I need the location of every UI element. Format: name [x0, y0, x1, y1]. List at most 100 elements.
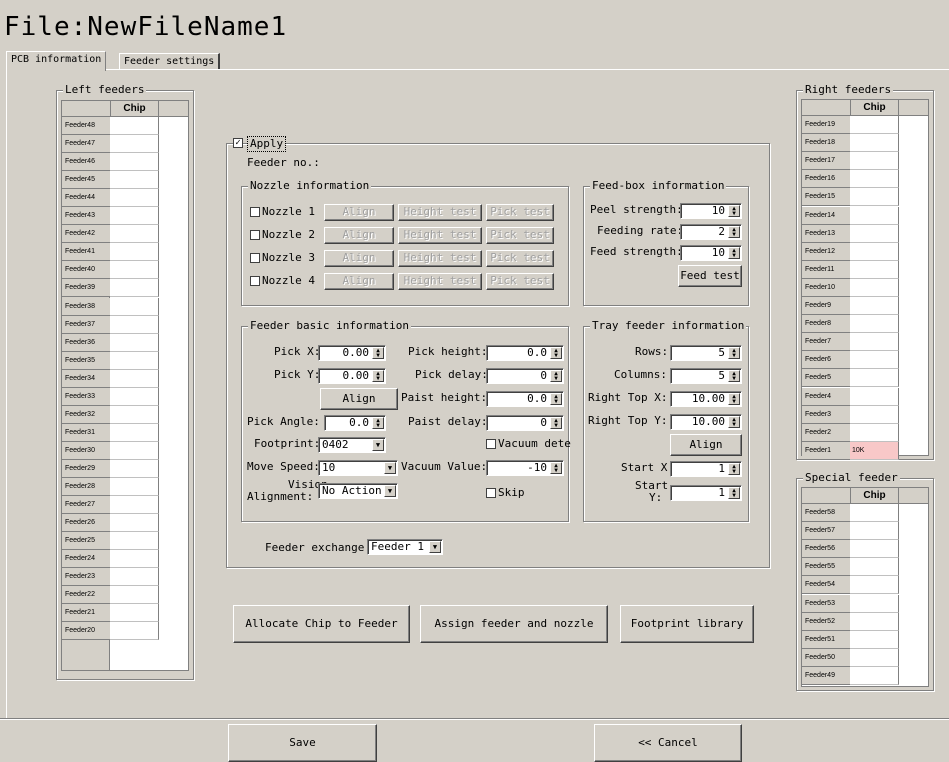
- spin-arrows-icon[interactable]: ▲ ▼: [728, 487, 740, 499]
- chip-spec-cell[interactable]: [850, 666, 899, 685]
- table-row[interactable]: Feeder56: [802, 540, 900, 559]
- dropdown-arrow-icon[interactable]: ▼: [384, 485, 396, 497]
- table-row[interactable]: Feeder15: [802, 188, 900, 207]
- chip-spec-cell[interactable]: [850, 134, 899, 153]
- chip-spec-cell[interactable]: [850, 594, 899, 613]
- nozzle-2-checkbox[interactable]: [250, 230, 260, 240]
- vacuum-value-spinner[interactable]: -10 ▲ ▼: [486, 460, 564, 476]
- table-row[interactable]: Feeder38: [62, 297, 160, 316]
- chip-spec-cell[interactable]: [110, 171, 159, 190]
- table-row[interactable]: Feeder34: [62, 369, 160, 388]
- table-row[interactable]: Feeder44: [62, 189, 160, 208]
- chip-spec-cell[interactable]: [850, 540, 899, 559]
- spin-arrows-icon[interactable]: ▲ ▼: [550, 347, 562, 359]
- table-row[interactable]: Feeder47: [62, 135, 160, 154]
- feeding-rate-spinner[interactable]: 2 ▲ ▼: [680, 224, 742, 240]
- table-row[interactable]: Feeder58: [802, 504, 900, 523]
- footprint-library-button[interactable]: Footprint library: [620, 605, 754, 643]
- chip-spec-cell[interactable]: [850, 170, 899, 189]
- save-button[interactable]: Save: [228, 724, 377, 762]
- chip-spec-cell[interactable]: [110, 423, 159, 442]
- chip-spec-cell[interactable]: [110, 369, 159, 388]
- peel-strength-spinner[interactable]: 10 ▲ ▼: [680, 203, 742, 219]
- table-row[interactable]: Feeder14: [802, 206, 900, 225]
- spin-arrows-icon[interactable]: ▲ ▼: [728, 247, 740, 259]
- table-row[interactable]: Feeder41: [62, 243, 160, 262]
- nozzle-4-align-button[interactable]: Align: [324, 273, 394, 290]
- chip-spec-cell[interactable]: [110, 441, 159, 460]
- pick-y-spinner[interactable]: 0.00 ▲ ▼: [318, 368, 386, 384]
- table-row[interactable]: Feeder25: [62, 532, 160, 551]
- chip-spec-cell[interactable]: [110, 225, 159, 244]
- pick-x-spinner[interactable]: 0.00 ▲ ▼: [318, 345, 386, 361]
- chip-spec-cell[interactable]: [110, 261, 159, 280]
- chip-spec-cell[interactable]: [110, 207, 159, 226]
- table-row[interactable]: Feeder35: [62, 351, 160, 370]
- paist-height-spinner[interactable]: 0.0 ▲ ▼: [486, 391, 564, 407]
- footprint-select[interactable]: 0402 ▼: [318, 437, 386, 453]
- spin-arrows-icon[interactable]: ▲ ▼: [728, 370, 740, 382]
- chip-spec-cell[interactable]: [110, 405, 159, 424]
- skip-checkbox[interactable]: [486, 488, 496, 498]
- table-row[interactable]: Feeder11: [802, 260, 900, 279]
- chip-spec-cell[interactable]: [110, 550, 159, 569]
- chip-spec-cell[interactable]: [110, 243, 159, 262]
- pick-angle-spinner[interactable]: 0.0 ▲ ▼: [324, 415, 386, 431]
- chip-spec-cell[interactable]: [850, 558, 899, 577]
- table-row[interactable]: Feeder5: [802, 369, 900, 388]
- chip-spec-cell[interactable]: [850, 315, 899, 334]
- table-row[interactable]: Feeder32: [62, 405, 160, 424]
- assign-feeder-nozzle-button[interactable]: Assign feeder and nozzle: [420, 605, 608, 643]
- chip-spec-cell[interactable]: [110, 514, 159, 533]
- start-x-spinner[interactable]: 1 ▲ ▼: [670, 461, 742, 477]
- table-row[interactable]: Feeder17: [802, 152, 900, 171]
- chip-spec-cell[interactable]: [850, 576, 899, 595]
- table-row[interactable]: Feeder51: [802, 630, 900, 649]
- table-row[interactable]: Feeder53: [802, 594, 900, 613]
- table-row[interactable]: Feeder54: [802, 576, 900, 595]
- chip-spec-cell[interactable]: [850, 333, 899, 352]
- spin-arrows-icon[interactable]: ▲ ▼: [550, 462, 562, 474]
- table-row[interactable]: Feeder36: [62, 333, 160, 352]
- table-row[interactable]: Feeder6: [802, 351, 900, 370]
- chip-spec-cell[interactable]: [110, 496, 159, 515]
- nozzle-1-pick-test-button[interactable]: Pick test: [486, 204, 554, 221]
- tab-pcb-information[interactable]: PCB information: [6, 51, 107, 71]
- apply-label[interactable]: Apply: [247, 136, 287, 152]
- table-row[interactable]: Feeder7: [802, 333, 900, 352]
- spin-arrows-icon[interactable]: ▲ ▼: [550, 393, 562, 405]
- chip-spec-cell[interactable]: [110, 135, 159, 154]
- start-y-spinner[interactable]: 1 ▲ ▼: [670, 485, 742, 501]
- table-row[interactable]: Feeder46: [62, 153, 160, 172]
- dropdown-arrow-icon[interactable]: ▼: [429, 541, 441, 553]
- chip-spec-cell[interactable]: [110, 279, 159, 298]
- nozzle-3-height-test-button[interactable]: Height test: [398, 250, 482, 267]
- table-row[interactable]: Feeder30: [62, 441, 160, 460]
- table-row[interactable]: Feeder48: [62, 117, 160, 136]
- nozzle-1-height-test-button[interactable]: Height test: [398, 204, 482, 221]
- chip-spec-cell[interactable]: [850, 387, 899, 406]
- spin-arrows-icon[interactable]: ▲ ▼: [728, 226, 740, 238]
- chip-spec-cell[interactable]: [110, 478, 159, 497]
- table-row[interactable]: Feeder8: [802, 315, 900, 334]
- table-row[interactable]: Feeder22: [62, 586, 160, 605]
- basic-align-button[interactable]: Align: [320, 388, 398, 410]
- chip-spec-cell[interactable]: [850, 522, 899, 541]
- spin-arrows-icon[interactable]: ▲ ▼: [372, 370, 384, 382]
- nozzle-2-height-test-button[interactable]: Height test: [398, 227, 482, 244]
- nozzle-4-height-test-button[interactable]: Height test: [398, 273, 482, 290]
- nozzle-3-checkbox[interactable]: [250, 253, 260, 263]
- table-row[interactable]: Feeder24: [62, 550, 160, 569]
- chip-spec-cell[interactable]: [850, 504, 899, 523]
- table-row[interactable]: Feeder50: [802, 648, 900, 667]
- table-row[interactable]: Feeder20: [62, 622, 160, 641]
- table-row[interactable]: Feeder10: [802, 278, 900, 297]
- chip-spec-cell[interactable]: [110, 568, 159, 587]
- table-row[interactable]: Feeder39: [62, 279, 160, 298]
- table-row[interactable]: Feeder37: [62, 315, 160, 334]
- cancel-button[interactable]: << Cancel: [594, 724, 742, 762]
- spin-arrows-icon[interactable]: ▲ ▼: [728, 347, 740, 359]
- right-top-y-spinner[interactable]: 10.00 ▲ ▼: [670, 414, 742, 430]
- table-row[interactable]: Feeder42: [62, 225, 160, 244]
- feed-strength-spinner[interactable]: 10 ▲ ▼: [680, 245, 742, 261]
